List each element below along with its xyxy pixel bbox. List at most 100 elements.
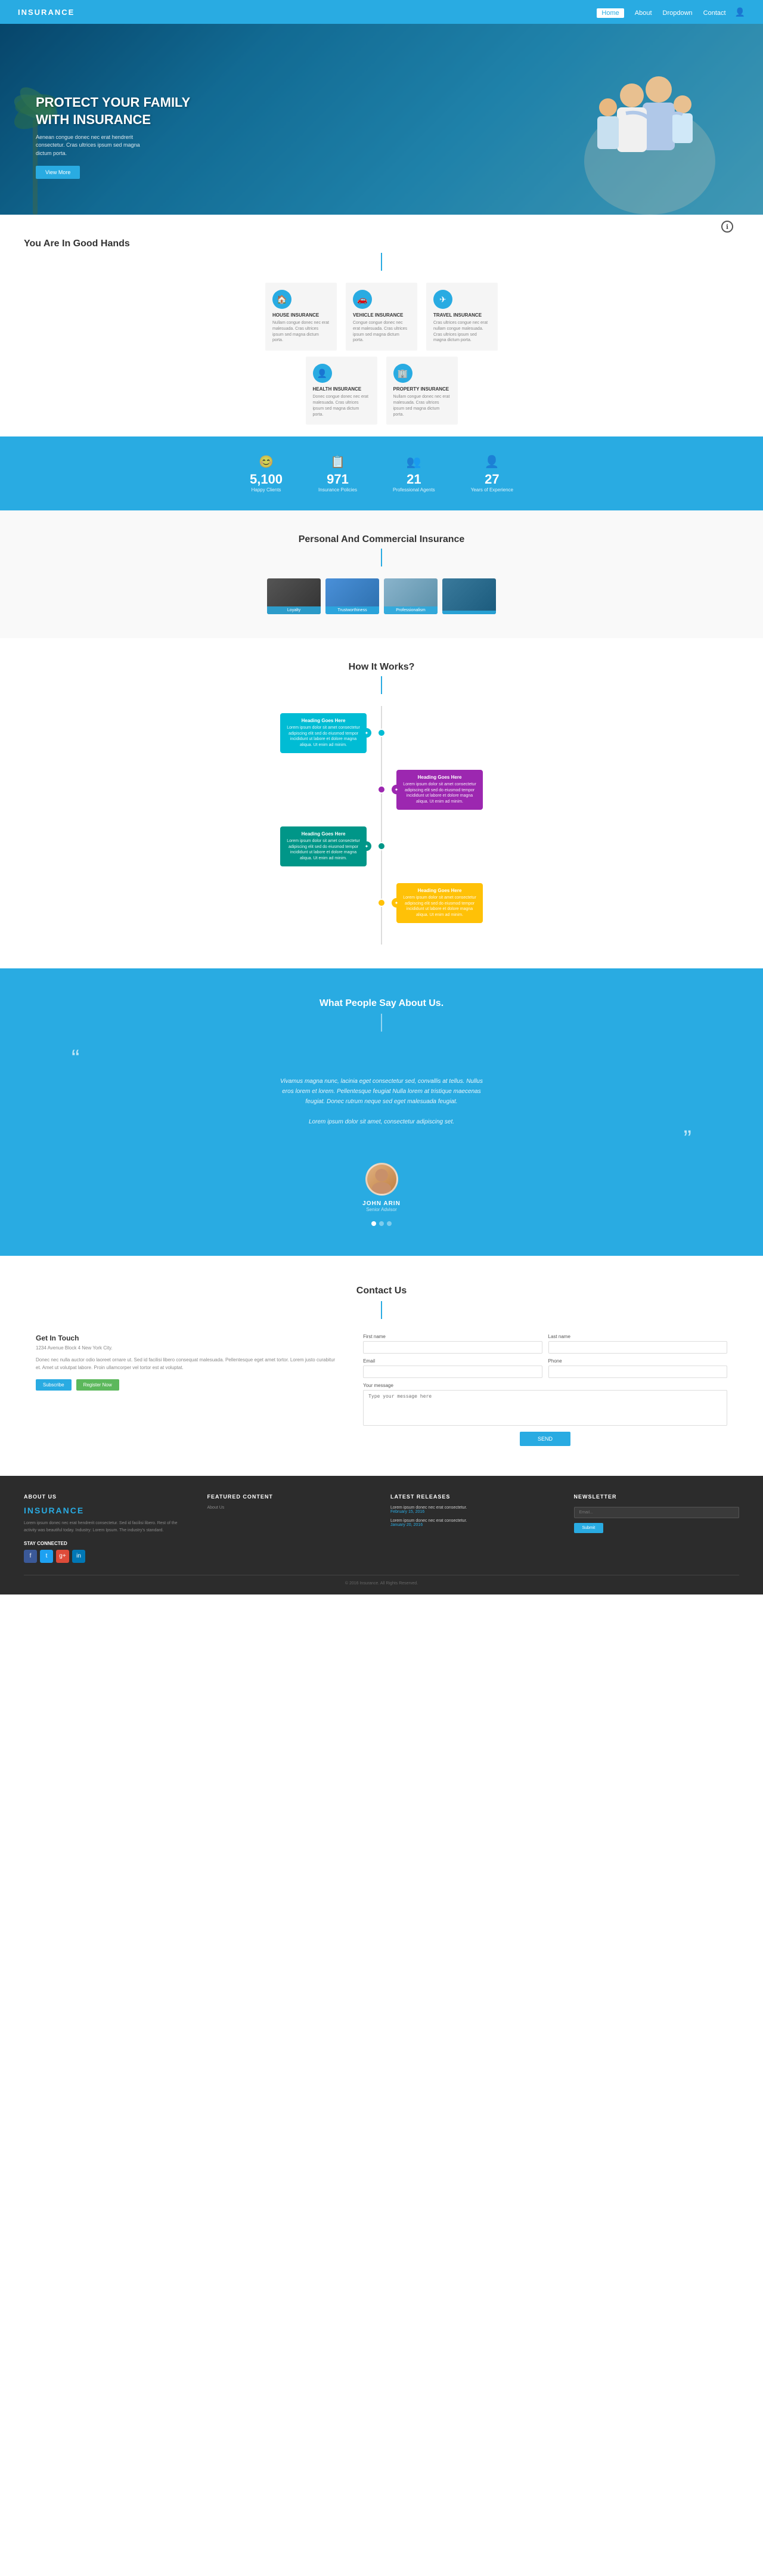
- featured-col-title: FEATURED CONTENT: [207, 1494, 373, 1500]
- dot-2[interactable]: [379, 1221, 384, 1226]
- footer-logo: INSURANCE: [24, 1506, 190, 1515]
- footer-about-text: Lorem ipsum donec nec erat hendrerit con…: [24, 1520, 190, 1533]
- hero-content: PROTECT YOUR FAMILYWITH INSURANCE Aenean…: [0, 94, 226, 215]
- contact-description: Donec nec nulla auctor odio laoreet orna…: [36, 1357, 339, 1372]
- step4-dot: [377, 899, 386, 907]
- hero-family-image: [572, 42, 727, 215]
- step1-row: Heading Goes Here Lorem ipsum dolor sit …: [280, 712, 483, 754]
- step1-icon: ✦: [362, 728, 371, 738]
- policies-icon: 📋: [318, 454, 357, 469]
- step2-icon: ✦: [392, 785, 401, 794]
- send-button[interactable]: SEND: [520, 1432, 570, 1446]
- latest-col-title: LATEST RELEASES: [390, 1494, 556, 1500]
- how-works-layout: Heading Goes Here Lorem ipsum dolor sit …: [280, 706, 483, 945]
- loyalty-image[interactable]: Loyalty: [267, 578, 321, 614]
- linkedin-icon[interactable]: in: [72, 1550, 85, 1563]
- step2-box: ✦ Heading Goes Here Lorem ipsum dolor si…: [396, 770, 483, 810]
- newsletter-submit-button[interactable]: Submit: [574, 1523, 604, 1533]
- step4-box: ✦ Heading Goes Here Lorem ipsum dolor si…: [396, 883, 483, 923]
- lastname-input[interactable]: [548, 1341, 727, 1354]
- lastname-label: Last name: [548, 1334, 727, 1339]
- contact-body: Get In Touch 1234 Avenue Block 4 New Yor…: [36, 1334, 727, 1446]
- user-icon[interactable]: 👤: [735, 7, 745, 17]
- professionalism-image[interactable]: Professionalism: [384, 578, 438, 614]
- message-input[interactable]: [363, 1390, 727, 1426]
- open-quote-mark: “: [36, 1046, 727, 1070]
- subscribe-button[interactable]: Subscribe: [36, 1379, 72, 1391]
- experience-icon: 👤: [471, 454, 513, 469]
- good-hands-section: ℹ You Are In Good Hands 🏠 HOUSE INSURANC…: [0, 215, 763, 436]
- house-insurance-card: 🏠 HOUSE INSURANCE Nullam congue donec ne…: [265, 283, 337, 351]
- phone-input[interactable]: [548, 1366, 727, 1378]
- dot-3[interactable]: [387, 1221, 392, 1226]
- health-insurance-card: 👤 HEALTH INSURANCE Donec congue donec ne…: [306, 357, 377, 425]
- navbar: INSURANCE Home About Dropdown Contact 👤: [0, 0, 763, 24]
- close-quote-mark: ”: [36, 1127, 727, 1151]
- about-us-link[interactable]: About Us: [207, 1506, 373, 1510]
- stat-policies: 📋 971 Insurance Policies: [318, 454, 357, 493]
- house-card-text: Nullam congue donec nec erat malesuada. …: [272, 320, 330, 343]
- dot-1[interactable]: [371, 1221, 376, 1226]
- nav-contact[interactable]: Contact: [703, 10, 726, 17]
- stat-happy-clients: 😊 5,100 Happy Clients: [250, 454, 283, 493]
- firstname-input[interactable]: [363, 1341, 542, 1354]
- hero-section: PROTECT YOUR FAMILYWITH INSURANCE Aenean…: [0, 24, 763, 215]
- step1-text: Lorem ipsum dolor sit amet consectetur a…: [286, 725, 361, 748]
- step1-box: Heading Goes Here Lorem ipsum dolor sit …: [280, 713, 367, 753]
- nav-home[interactable]: Home: [597, 8, 624, 18]
- info-icon[interactable]: ℹ: [721, 221, 733, 233]
- stat-agents: 👥 21 Professional Agents: [393, 454, 435, 493]
- contact-divider: [381, 1301, 382, 1319]
- news2-date: January 20, 2016: [390, 1523, 556, 1527]
- agents-number: 21: [393, 472, 435, 487]
- message-group: Your message: [363, 1383, 727, 1426]
- news2-title: Lorem ipsum donec nec erat consectetur.: [390, 1519, 556, 1523]
- agents-icon: 👥: [393, 454, 435, 469]
- stats-section: 😊 5,100 Happy Clients 📋 971 Insurance Po…: [0, 436, 763, 510]
- news-item-1: Lorem ipsum donec nec erat consectetur. …: [390, 1506, 556, 1514]
- travel-card-title: TRAVEL INSURANCE: [433, 312, 491, 318]
- commercial-section: Personal And Commercial Insurance Loyalt…: [0, 510, 763, 638]
- step3-icon: ✦: [362, 841, 371, 851]
- newsletter-input[interactable]: [574, 1507, 740, 1518]
- trustworthiness-label: Trustworthiness: [325, 606, 379, 614]
- nav-dropdown[interactable]: Dropdown: [663, 10, 693, 17]
- commercial-divider: [381, 549, 382, 566]
- step1-title: Heading Goes Here: [286, 718, 361, 723]
- message-label: Your message: [363, 1383, 727, 1388]
- step4-icon: ✦: [392, 898, 401, 908]
- travel-icon: ✈: [433, 290, 452, 309]
- happy-clients-icon: 😊: [250, 454, 283, 469]
- news1-date: February 15, 2016: [390, 1510, 556, 1514]
- professionalism-label: Professionalism: [384, 606, 438, 614]
- email-input[interactable]: [363, 1366, 542, 1378]
- hero-cta-button[interactable]: View More: [36, 166, 80, 179]
- commercial-images: Loyalty Trustworthiness Professionalism: [36, 578, 727, 614]
- vehicle-card-title: VEHICLE INSURANCE: [353, 312, 410, 318]
- hero-subtitle: Aenean congue donec nec erat hendrerit c…: [36, 134, 155, 158]
- how-it-works-section: How It Works? Heading Goes Here Lorem ip…: [0, 638, 763, 968]
- twitter-icon[interactable]: t: [40, 1550, 53, 1563]
- facebook-icon[interactable]: f: [24, 1550, 37, 1563]
- footer: ABOUT US INSURANCE Lorem ipsum donec nec…: [0, 1476, 763, 1594]
- contact-buttons: Subscribe Register Now: [36, 1379, 339, 1391]
- social-icons-group: f t g+ in: [24, 1550, 190, 1563]
- stay-connected-title: STAY CONNECTED: [24, 1541, 190, 1546]
- trustworthiness-image[interactable]: Trustworthiness: [325, 578, 379, 614]
- author-role: Senior Advisor: [36, 1207, 727, 1212]
- commercial-title: Personal And Commercial Insurance: [36, 534, 727, 545]
- house-card-title: HOUSE INSURANCE: [272, 312, 330, 318]
- vehicle-icon: 🚗: [353, 290, 372, 309]
- travel-insurance-card: ✈ TRAVEL INSURANCE Cras ultrices congue …: [426, 283, 498, 351]
- googleplus-icon[interactable]: g+: [56, 1550, 69, 1563]
- register-now-button[interactable]: Register Now: [76, 1379, 119, 1391]
- health-icon: 👤: [313, 364, 332, 383]
- nav-about[interactable]: About: [635, 10, 652, 17]
- image4[interactable]: [442, 578, 496, 614]
- house-icon: 🏠: [272, 290, 291, 309]
- property-card-text: Nullam congue donec nec erat malesuada. …: [393, 394, 451, 417]
- phone-group: Phone: [548, 1358, 727, 1378]
- about-col-title: ABOUT US: [24, 1494, 190, 1500]
- contact-title: Contact Us: [36, 1286, 727, 1296]
- phone-label: Phone: [548, 1358, 727, 1364]
